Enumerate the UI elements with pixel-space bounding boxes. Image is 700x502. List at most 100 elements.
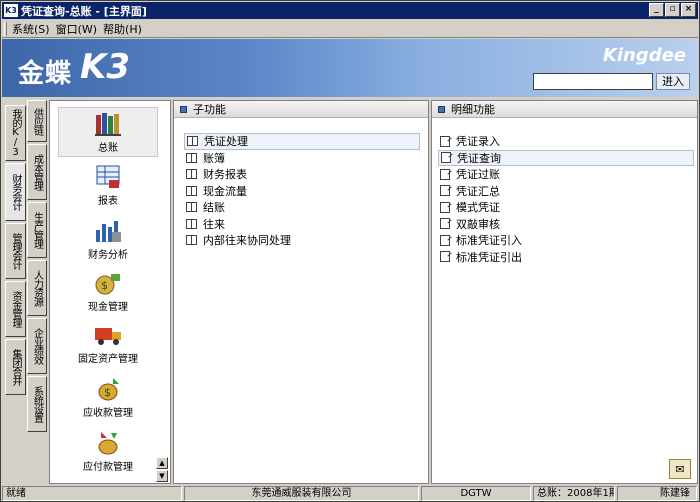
sub-function-header: 子功能 xyxy=(174,101,428,118)
sub-function-title: 子功能 xyxy=(193,103,226,116)
search-input[interactable] xyxy=(533,73,653,90)
module-label: 总账 xyxy=(98,143,118,154)
module-label: 报表 xyxy=(98,196,118,207)
edit-doc-icon xyxy=(440,135,450,147)
module-accounts-receivable[interactable]: $ 应收款管理 xyxy=(58,373,158,423)
detail-function-header: 明细功能 xyxy=(432,101,697,118)
window-controls: _ ▫ × xyxy=(649,3,696,17)
status-user: 陈建锋 xyxy=(617,486,697,501)
truck-icon xyxy=(95,328,121,345)
detail-item-voucher-entry[interactable]: 凭证录入 xyxy=(438,133,694,150)
book-icon xyxy=(186,218,197,229)
logo-text-cn: 金蝶 xyxy=(18,59,73,89)
book-icon xyxy=(186,152,197,163)
status-state: 就绪 xyxy=(2,486,182,501)
module-cash-management[interactable]: $ 现金管理 xyxy=(58,267,158,317)
module-financial-analysis[interactable]: 财务分析 xyxy=(58,215,158,265)
status-bar: 就绪 东莞通威服装有限公司 DGTW 总账：2008年1期 陈建锋 xyxy=(2,486,698,502)
tab-system-settings[interactable]: 系统设置 xyxy=(27,376,47,432)
detail-function-title: 明细功能 xyxy=(451,103,495,116)
module-list: 总账 报表 财务分析 $ 现金管理 固定资产管理 $ 应收款管理 应付款管理 ▲… xyxy=(49,100,171,484)
menu-window[interactable]: 窗口(W) xyxy=(54,21,99,37)
edit-doc-icon xyxy=(440,185,450,197)
edit-doc-icon xyxy=(440,234,450,246)
svg-text:$: $ xyxy=(104,386,111,399)
tab-production-management[interactable]: 生产管理 xyxy=(27,202,47,258)
sub-item-internal-collab[interactable]: 内部往来协同处理 xyxy=(184,232,420,249)
books-icon xyxy=(95,113,121,136)
title-bar[interactable]: K3 凭证查询-总账 - [主界面] _ ▫ × xyxy=(2,2,698,19)
edit-doc-icon xyxy=(440,168,450,180)
detail-item-template-voucher[interactable]: 模式凭证 xyxy=(438,199,694,216)
minimize-button[interactable]: _ xyxy=(649,3,664,17)
kingdee-logo: Kingdee xyxy=(602,45,686,66)
module-reports[interactable]: 报表 xyxy=(58,161,158,211)
mail-icon[interactable]: ✉ xyxy=(669,459,691,479)
status-company: 东莞通威服装有限公司 xyxy=(184,486,419,501)
sub-item-cash-flow[interactable]: 现金流量 xyxy=(184,183,420,200)
scroll-down-button[interactable]: ▼ xyxy=(156,470,168,482)
menu-system[interactable]: 系统(S) xyxy=(10,21,52,37)
tab-my-k3[interactable]: 我的K/3 xyxy=(5,105,26,161)
sub-item-ledgers[interactable]: 账簿 xyxy=(184,150,420,167)
sub-item-transactions[interactable]: 往来 xyxy=(184,216,420,233)
module-label: 财务分析 xyxy=(88,250,128,261)
toolbar-grip[interactable] xyxy=(4,21,7,36)
detail-item-voucher-import[interactable]: 标准凭证引入 xyxy=(438,232,694,249)
enter-button[interactable]: 进入 xyxy=(656,73,690,90)
tab-supply-chain[interactable]: 供应链 xyxy=(27,100,47,142)
app-icon: K3 xyxy=(4,4,18,17)
tab-enterprise-performance[interactable]: 企业绩效 xyxy=(27,318,47,374)
book-icon xyxy=(187,136,198,147)
menu-bar: 系统(S) 窗口(W) 帮助(H) xyxy=(2,20,698,38)
tab-management-accounting[interactable]: 管理会计 xyxy=(5,223,26,279)
close-button[interactable]: × xyxy=(681,3,696,17)
sub-item-financial-reports[interactable]: 财务报表 xyxy=(184,166,420,183)
detail-item-voucher-summary[interactable]: 凭证汇总 xyxy=(438,183,694,200)
tab-group-consolidation[interactable]: 集团合并 xyxy=(5,339,26,395)
module-label: 应收款管理 xyxy=(83,408,133,419)
detail-item-voucher-posting[interactable]: 凭证过账 xyxy=(438,166,694,183)
cash-icon: $ xyxy=(95,274,120,295)
edit-doc-icon xyxy=(440,218,450,230)
header-banner: 金蝶 K3 Kingdee 进入 xyxy=(2,39,698,97)
status-account: DGTW xyxy=(421,486,531,501)
module-label: 应付款管理 xyxy=(83,462,133,473)
module-label: 现金管理 xyxy=(88,302,128,313)
edit-doc-icon xyxy=(441,152,451,164)
scroll-up-button[interactable]: ▲ xyxy=(156,457,168,469)
sub-item-voucher-processing[interactable]: 凭证处理 xyxy=(184,133,420,150)
edit-doc-icon xyxy=(440,201,450,213)
svg-text:$: $ xyxy=(101,279,108,292)
edit-doc-icon xyxy=(440,251,450,263)
detail-function-panel: 明细功能 凭证录入 凭证查询 凭证过账 凭证汇总 模式凭证 双敲审核 标准凭证引… xyxy=(431,100,698,484)
module-accounts-payable[interactable]: 应付款管理 xyxy=(58,427,158,477)
tab-cost-management[interactable]: 成本管理 xyxy=(27,144,47,200)
detail-function-list: 凭证录入 凭证查询 凭证过账 凭证汇总 模式凭证 双敲审核 标准凭证引入 标准凭… xyxy=(438,133,694,265)
detail-item-voucher-export[interactable]: 标准凭证引出 xyxy=(438,249,694,266)
book-icon xyxy=(186,169,197,180)
book-icon xyxy=(186,235,197,246)
restore-button[interactable]: ▫ xyxy=(665,3,680,17)
logo-k3: K3 xyxy=(80,47,131,87)
analysis-icon xyxy=(96,221,121,242)
detail-item-double-audit[interactable]: 双敲审核 xyxy=(438,216,694,233)
sub-function-panel: 子功能 凭证处理 账簿 财务报表 现金流量 结账 往来 内部往来协同处理 xyxy=(173,100,429,484)
module-fixed-assets[interactable]: 固定资产管理 xyxy=(58,319,158,369)
tab-finance-accounting[interactable]: 财务会计 xyxy=(5,163,26,221)
sub-item-closing[interactable]: 结账 xyxy=(184,199,420,216)
book-icon xyxy=(186,202,197,213)
payable-icon xyxy=(98,432,118,455)
report-icon xyxy=(96,165,120,188)
module-label: 固定资产管理 xyxy=(78,354,138,365)
tab-human-resources[interactable]: 人力资源 xyxy=(27,260,47,316)
module-general-ledger[interactable]: 总账 xyxy=(58,107,158,157)
detail-item-voucher-query[interactable]: 凭证查询 xyxy=(438,149,694,166)
menu-help[interactable]: 帮助(H) xyxy=(101,21,144,37)
header-bullet-icon xyxy=(180,105,187,113)
main-window: K3 凭证查询-总账 - [主界面] _ ▫ × 系统(S) 窗口(W) 帮助(… xyxy=(0,0,700,502)
book-icon xyxy=(186,185,197,196)
receivable-icon: $ xyxy=(98,378,119,401)
tab-fund-management[interactable]: 资金管理 xyxy=(5,281,26,337)
window-title: 凭证查询-总账 - [主界面] xyxy=(21,4,147,18)
